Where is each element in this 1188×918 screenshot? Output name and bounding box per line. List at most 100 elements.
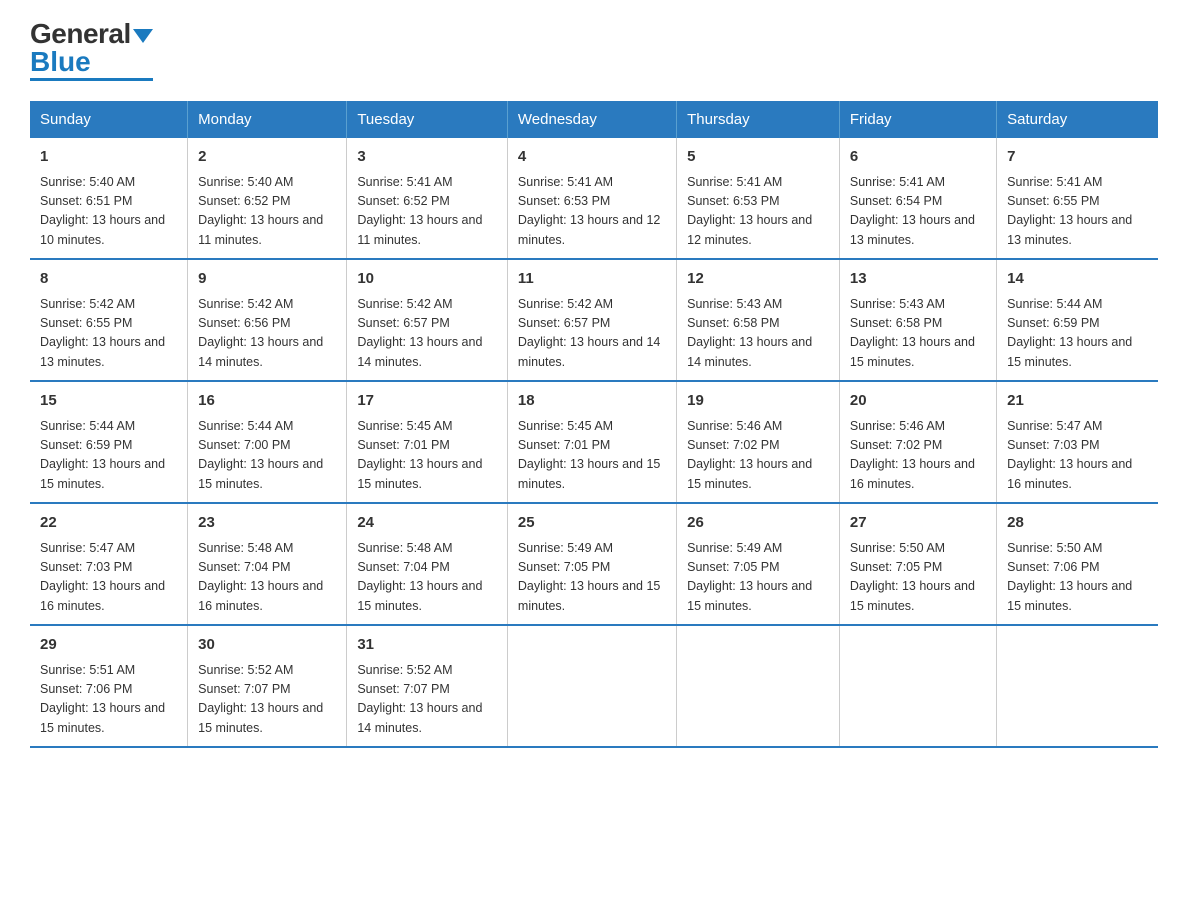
- weekday-header-monday: Monday: [188, 101, 347, 138]
- calendar-week-row: 22 Sunrise: 5:47 AMSunset: 7:03 PMDayligh…: [30, 503, 1158, 625]
- day-info: Sunrise: 5:40 AMSunset: 6:51 PMDaylight:…: [40, 173, 177, 251]
- day-info: Sunrise: 5:50 AMSunset: 7:05 PMDaylight:…: [850, 539, 986, 617]
- calendar-cell: 16Sunrise: 5:44 AMSunset: 7:00 PMDayligh…: [188, 381, 347, 503]
- calendar-cell: 23 Sunrise: 5:48 AMSunset: 7:04 PMDayligh…: [188, 503, 347, 625]
- logo-blue-text: Blue: [30, 46, 91, 77]
- day-info: Sunrise: 5:49 AMSunset: 7:05 PMDaylight:…: [687, 539, 829, 617]
- day-info: Sunrise: 5:44 AMSunset: 6:59 PMDaylight:…: [40, 417, 177, 495]
- calendar-cell: 21 Sunrise: 5:47 AMSunset: 7:03 PMDayligh…: [997, 381, 1158, 503]
- day-info: Sunrise: 5:49 AMSunset: 7:05 PMDaylight:…: [518, 539, 666, 617]
- calendar-table: SundayMondayTuesdayWednesdayThursdayFrid…: [30, 101, 1158, 748]
- day-info: Sunrise: 5:48 AMSunset: 7:04 PMDaylight:…: [357, 539, 497, 617]
- calendar-week-row: 8 Sunrise: 5:42 AMSunset: 6:55 PMDaylight…: [30, 259, 1158, 381]
- weekday-header-tuesday: Tuesday: [347, 101, 508, 138]
- day-info: Sunrise: 5:52 AMSunset: 7:07 PMDaylight:…: [357, 661, 497, 739]
- weekday-header-thursday: Thursday: [677, 101, 840, 138]
- day-info: Sunrise: 5:52 AMSunset: 7:07 PMDaylight:…: [198, 661, 336, 739]
- day-number: 28: [1007, 512, 1148, 535]
- day-info: Sunrise: 5:44 AMSunset: 6:59 PMDaylight:…: [1007, 295, 1148, 373]
- calendar-cell: 29 Sunrise: 5:51 AMSunset: 7:06 PMDayligh…: [30, 625, 188, 747]
- day-info: Sunrise: 5:42 AMSunset: 6:57 PMDaylight:…: [357, 295, 497, 373]
- calendar-week-row: 1 Sunrise: 5:40 AMSunset: 6:51 PMDaylight…: [30, 138, 1158, 259]
- calendar-cell: 20 Sunrise: 5:46 AMSunset: 7:02 PMDayligh…: [839, 381, 996, 503]
- day-number: 20: [850, 390, 986, 413]
- day-info: Sunrise: 5:41 AMSunset: 6:54 PMDaylight:…: [850, 173, 986, 251]
- calendar-cell: 5 Sunrise: 5:41 AMSunset: 6:53 PMDaylight…: [677, 138, 840, 259]
- calendar-cell: 24 Sunrise: 5:48 AMSunset: 7:04 PMDayligh…: [347, 503, 508, 625]
- day-number: 31: [357, 634, 497, 657]
- calendar-cell: 12Sunrise: 5:43 AMSunset: 6:58 PMDayligh…: [677, 259, 840, 381]
- day-number: 17: [357, 390, 497, 413]
- day-number: 19: [687, 390, 829, 413]
- weekday-header-sunday: Sunday: [30, 101, 188, 138]
- calendar-cell: 30 Sunrise: 5:52 AMSunset: 7:07 PMDayligh…: [188, 625, 347, 747]
- calendar-cell: 28 Sunrise: 5:50 AMSunset: 7:06 PMDayligh…: [997, 503, 1158, 625]
- calendar-cell: 8 Sunrise: 5:42 AMSunset: 6:55 PMDaylight…: [30, 259, 188, 381]
- day-number: 6: [850, 146, 986, 169]
- day-info: Sunrise: 5:41 AMSunset: 6:52 PMDaylight:…: [357, 173, 497, 251]
- calendar-cell: 13 Sunrise: 5:43 AMSunset: 6:58 PMDayligh…: [839, 259, 996, 381]
- calendar-week-row: 29 Sunrise: 5:51 AMSunset: 7:06 PMDayligh…: [30, 625, 1158, 747]
- calendar-cell: 11Sunrise: 5:42 AMSunset: 6:57 PMDayligh…: [507, 259, 676, 381]
- day-number: 4: [518, 146, 666, 169]
- day-number: 3: [357, 146, 497, 169]
- logo-underline: [30, 78, 153, 81]
- day-number: 9: [198, 268, 336, 291]
- day-number: 23: [198, 512, 336, 535]
- weekday-header-saturday: Saturday: [997, 101, 1158, 138]
- day-number: 16: [198, 390, 336, 413]
- day-info: Sunrise: 5:47 AMSunset: 7:03 PMDaylight:…: [1007, 417, 1148, 495]
- day-number: 24: [357, 512, 497, 535]
- day-info: Sunrise: 5:43 AMSunset: 6:58 PMDaylight:…: [850, 295, 986, 373]
- day-info: Sunrise: 5:51 AMSunset: 7:06 PMDaylight:…: [40, 661, 177, 739]
- day-info: Sunrise: 5:45 AMSunset: 7:01 PMDaylight:…: [357, 417, 497, 495]
- day-info: Sunrise: 5:46 AMSunset: 7:02 PMDaylight:…: [850, 417, 986, 495]
- day-number: 5: [687, 146, 829, 169]
- calendar-cell: 6 Sunrise: 5:41 AMSunset: 6:54 PMDaylight…: [839, 138, 996, 259]
- calendar-cell: [839, 625, 996, 747]
- day-number: 10: [357, 268, 497, 291]
- day-number: 25: [518, 512, 666, 535]
- day-info: Sunrise: 5:48 AMSunset: 7:04 PMDaylight:…: [198, 539, 336, 617]
- day-info: Sunrise: 5:46 AMSunset: 7:02 PMDaylight:…: [687, 417, 829, 495]
- day-info: Sunrise: 5:47 AMSunset: 7:03 PMDaylight:…: [40, 539, 177, 617]
- weekday-header-wednesday: Wednesday: [507, 101, 676, 138]
- calendar-cell: 22 Sunrise: 5:47 AMSunset: 7:03 PMDayligh…: [30, 503, 188, 625]
- calendar-cell: 19 Sunrise: 5:46 AMSunset: 7:02 PMDayligh…: [677, 381, 840, 503]
- day-number: 15: [40, 390, 177, 413]
- calendar-cell: 1 Sunrise: 5:40 AMSunset: 6:51 PMDaylight…: [30, 138, 188, 259]
- day-info: Sunrise: 5:40 AMSunset: 6:52 PMDaylight:…: [198, 173, 336, 251]
- day-info: Sunrise: 5:41 AMSunset: 6:55 PMDaylight:…: [1007, 173, 1148, 251]
- day-number: 13: [850, 268, 986, 291]
- day-info: Sunrise: 5:45 AMSunset: 7:01 PMDaylight:…: [518, 417, 666, 495]
- calendar-cell: 4 Sunrise: 5:41 AMSunset: 6:53 PMDaylight…: [507, 138, 676, 259]
- day-number: 30: [198, 634, 336, 657]
- day-info: Sunrise: 5:50 AMSunset: 7:06 PMDaylight:…: [1007, 539, 1148, 617]
- day-info: Sunrise: 5:42 AMSunset: 6:56 PMDaylight:…: [198, 295, 336, 373]
- calendar-cell: [677, 625, 840, 747]
- calendar-cell: 15 Sunrise: 5:44 AMSunset: 6:59 PMDayligh…: [30, 381, 188, 503]
- day-info: Sunrise: 5:41 AMSunset: 6:53 PMDaylight:…: [687, 173, 829, 251]
- page-header: General Blue: [30, 20, 1158, 81]
- calendar-cell: 26 Sunrise: 5:49 AMSunset: 7:05 PMDayligh…: [677, 503, 840, 625]
- day-number: 1: [40, 146, 177, 169]
- day-number: 29: [40, 634, 177, 657]
- day-info: Sunrise: 5:42 AMSunset: 6:55 PMDaylight:…: [40, 295, 177, 373]
- calendar-cell: 31 Sunrise: 5:52 AMSunset: 7:07 PMDayligh…: [347, 625, 508, 747]
- calendar-cell: 14 Sunrise: 5:44 AMSunset: 6:59 PMDayligh…: [997, 259, 1158, 381]
- day-number: 2: [198, 146, 336, 169]
- calendar-cell: 18 Sunrise: 5:45 AMSunset: 7:01 PMDayligh…: [507, 381, 676, 503]
- day-number: 26: [687, 512, 829, 535]
- day-number: 22: [40, 512, 177, 535]
- day-info: Sunrise: 5:41 AMSunset: 6:53 PMDaylight:…: [518, 173, 666, 251]
- day-number: 14: [1007, 268, 1148, 291]
- logo-general-text: General: [30, 20, 131, 48]
- day-number: 12: [687, 268, 829, 291]
- logo-arrow-icon: [133, 29, 153, 43]
- day-number: 21: [1007, 390, 1148, 413]
- day-number: 18: [518, 390, 666, 413]
- day-number: 8: [40, 268, 177, 291]
- calendar-cell: 2 Sunrise: 5:40 AMSunset: 6:52 PMDaylight…: [188, 138, 347, 259]
- calendar-cell: 25 Sunrise: 5:49 AMSunset: 7:05 PMDayligh…: [507, 503, 676, 625]
- calendar-cell: 7Sunrise: 5:41 AMSunset: 6:55 PMDaylight…: [997, 138, 1158, 259]
